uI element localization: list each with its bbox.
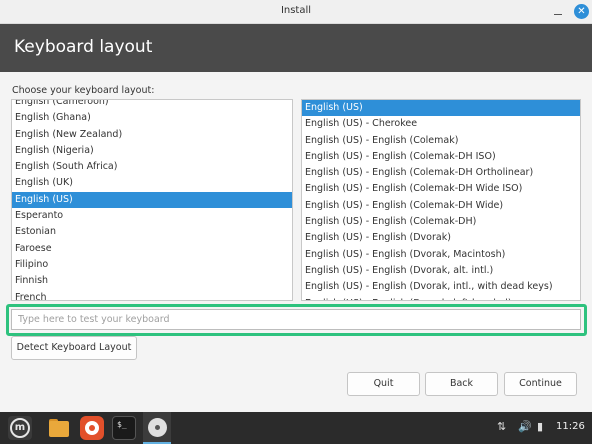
variant-list-item[interactable]: English (US) - English (Colemak-DH Wide …: [302, 181, 580, 197]
variant-list-item[interactable]: English (US) - English (Colemak-DH Ortho…: [302, 165, 580, 181]
layout-list-scroll: English (Cameroon) English (Ghana) English…: [12, 100, 292, 300]
layout-list-item[interactable]: English (Ghana): [12, 110, 292, 126]
installer-disc-icon[interactable]: [143, 412, 171, 444]
files-folder-icon[interactable]: [47, 416, 71, 440]
variant-list-item[interactable]: English (US) - English (Colemak): [302, 133, 580, 149]
firefox-icon[interactable]: [80, 416, 104, 440]
variant-list-item[interactable]: English (US) - English (Colemak-DH): [302, 214, 580, 230]
variant-list-item[interactable]: English (US): [302, 100, 580, 117]
keyboard-test-input[interactable]: [11, 309, 581, 330]
layout-list-item[interactable]: English (South Africa): [12, 159, 292, 175]
minimize-button[interactable]: [551, 5, 565, 19]
terminal-glyph: $_: [117, 420, 127, 429]
page-header: Keyboard layout: [0, 24, 592, 72]
layout-list-item[interactable]: Esperanto: [12, 208, 292, 224]
quit-button[interactable]: Quit: [347, 372, 420, 396]
back-button[interactable]: Back: [425, 372, 498, 396]
variant-list[interactable]: English (US) English (US) - Cherokee Engli…: [301, 99, 581, 301]
volume-icon[interactable]: 🔊: [518, 420, 532, 433]
layout-list-item[interactable]: English (UK): [12, 175, 292, 191]
network-icon[interactable]: ⇅: [497, 420, 506, 433]
layout-list-item[interactable]: Filipino: [12, 257, 292, 273]
variant-list-scroll: English (US) English (US) - Cherokee Engli…: [302, 100, 580, 300]
clock[interactable]: 11:26: [556, 421, 585, 432]
variant-list-item[interactable]: English (US) - English (Colemak-DH Wide): [302, 198, 580, 214]
layout-list-item[interactable]: English (US): [12, 191, 292, 209]
layout-list[interactable]: English (Cameroon) English (Ghana) English…: [11, 99, 293, 301]
battery-icon[interactable]: ▮: [537, 420, 543, 433]
layout-list-item[interactable]: English (Cameroon): [12, 100, 292, 110]
layout-prompt: Choose your keyboard layout:: [12, 85, 155, 96]
terminal-icon[interactable]: $_: [112, 416, 136, 440]
layout-list-item[interactable]: English (Nigeria): [12, 143, 292, 159]
variant-list-item[interactable]: English (US) - English (Dvorak, left-han…: [302, 296, 580, 300]
variant-list-item[interactable]: English (US) - English (Dvorak, Macintos…: [302, 247, 580, 263]
variant-list-item[interactable]: English (US) - English (Dvorak, alt. int…: [302, 263, 580, 279]
window-title: Install: [280, 5, 312, 16]
layout-list-item[interactable]: English (New Zealand): [12, 127, 292, 143]
variant-list-item[interactable]: English (US) - Cherokee: [302, 116, 580, 132]
variant-list-item[interactable]: English (US) - English (Dvorak): [302, 230, 580, 246]
layout-list-item[interactable]: Estonian: [12, 224, 292, 240]
continue-button[interactable]: Continue: [504, 372, 577, 396]
mint-menu-icon[interactable]: m: [8, 416, 32, 440]
layout-list-item[interactable]: Finnish: [12, 273, 292, 289]
mint-logo-glyph: m: [10, 418, 30, 438]
page-title: Keyboard layout: [14, 37, 153, 57]
title-bar: Install ✕: [0, 0, 592, 24]
close-button[interactable]: ✕: [574, 4, 589, 19]
detect-layout-button[interactable]: Detect Keyboard Layout: [11, 336, 137, 360]
layout-list-item[interactable]: French: [12, 290, 292, 300]
variant-list-item[interactable]: English (US) - English (Colemak-DH ISO): [302, 149, 580, 165]
layout-list-item[interactable]: Faroese: [12, 241, 292, 257]
variant-list-item[interactable]: English (US) - English (Dvorak, intl., w…: [302, 279, 580, 295]
